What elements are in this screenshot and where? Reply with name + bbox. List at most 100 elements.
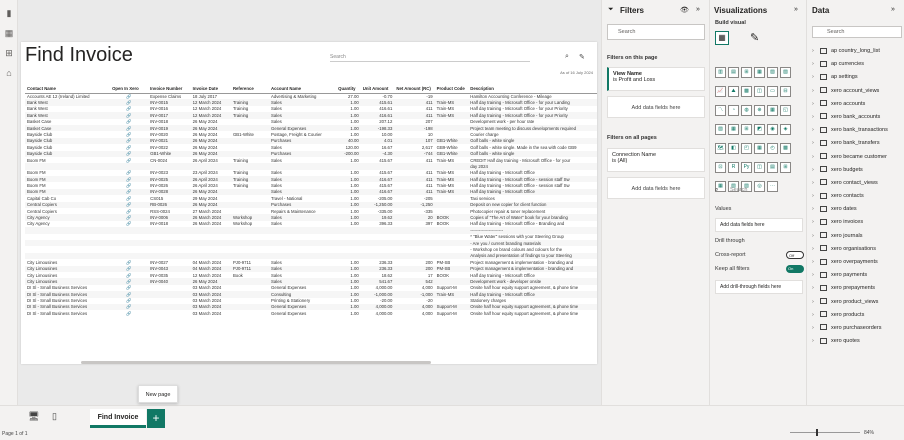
visual-type-icon[interactable]: ▭ — [767, 86, 778, 97]
model-view-icon[interactable]: ⊞ — [4, 48, 14, 58]
mobile-layout-icon[interactable]: ▯ — [52, 411, 57, 422]
visual-type-icon[interactable]: R — [728, 162, 739, 173]
data-table-item[interactable]: › xero budgets — [812, 164, 904, 177]
data-search-input[interactable]: Search — [812, 26, 902, 38]
chevron-right-icon[interactable]: › — [812, 71, 820, 84]
data-table-item[interactable]: › xero payments — [812, 269, 904, 282]
visual-type-icon[interactable]: ▩ — [780, 143, 791, 154]
data-table-item[interactable]: › xero purchaseorders — [812, 322, 904, 335]
column-header[interactable]: Reference — [230, 84, 269, 94]
visual-type-icon[interactable]: ◱ — [780, 105, 791, 116]
chevron-right-icon[interactable]: › — [812, 203, 820, 216]
visual-type-icon[interactable]: ▧ — [767, 67, 778, 78]
search-icon[interactable]: ⌕ — [565, 53, 569, 61]
column-header[interactable]: Invoice Number — [148, 84, 191, 94]
column-header[interactable]: Account Name — [268, 84, 337, 94]
add-page-filter-well[interactable]: Add data fields here — [607, 96, 705, 118]
column-header[interactable]: Net Amount (RC) — [394, 84, 435, 94]
collapse-icon[interactable]: » — [794, 6, 798, 13]
visual-type-icon[interactable]: 📈 — [715, 86, 726, 97]
chevron-right-icon[interactable]: › — [812, 335, 820, 348]
visual-type-icon[interactable]: ◴ — [767, 143, 778, 154]
chevron-right-icon[interactable]: › — [812, 243, 820, 256]
values-well[interactable]: Add data fields here — [715, 218, 803, 232]
chevron-right-icon[interactable]: › — [812, 230, 820, 243]
chevron-right-icon[interactable]: › — [812, 45, 820, 58]
visual-type-icon[interactable]: ⊞ — [741, 67, 752, 78]
column-header[interactable]: Contact Name — [25, 84, 111, 94]
invoice-table[interactable]: Contact Name Open In Xero Invoice Number In… — [25, 84, 597, 356]
visual-type-icon[interactable]: 🗺 — [715, 143, 726, 154]
data-table-item[interactable]: › xero quotes — [812, 335, 904, 348]
dax-query-icon[interactable]: ⌂ — [4, 68, 14, 78]
visual-type-icon[interactable]: ◎ — [754, 181, 765, 192]
data-table-item[interactable]: › xero contact_views — [812, 177, 904, 190]
visual-type-icon[interactable]: ◰ — [741, 143, 752, 154]
visual-type-icon[interactable]: ▦ — [754, 143, 765, 154]
visual-type-icon[interactable]: ◫ — [754, 162, 765, 173]
add-all-filter-well[interactable]: Add data fields here — [607, 177, 705, 199]
data-table-item[interactable]: › xero bank_accounts — [812, 111, 904, 124]
zoom-slider-thumb[interactable] — [816, 429, 818, 436]
visual-type-icon[interactable]: ◧ — [728, 143, 739, 154]
keep-filters-toggle[interactable]: On — [786, 265, 804, 273]
data-table-item[interactable]: › xero overpayments — [812, 256, 904, 269]
visual-type-icon[interactable]: Py — [741, 162, 752, 173]
chevron-right-icon[interactable]: › — [812, 58, 820, 71]
column-header[interactable]: Unit Amount — [360, 84, 395, 94]
chevron-right-icon[interactable]: › — [812, 269, 820, 282]
chevron-right-icon[interactable]: › — [812, 216, 820, 229]
cross-report-toggle[interactable]: Off — [786, 251, 804, 259]
format-visual-icon[interactable]: ✎ — [750, 31, 759, 44]
visual-type-icon[interactable]: ▤ — [767, 162, 778, 173]
tab-find-invoice[interactable]: Find Invoice — [90, 409, 146, 428]
data-table-item[interactable]: › xero dates — [812, 203, 904, 216]
data-table-item[interactable]: › xero contacts — [812, 190, 904, 203]
visual-type-icon[interactable]: ◩ — [754, 124, 765, 135]
visual-type-icon[interactable]: ⊡ — [715, 162, 726, 173]
viz-search-input[interactable]: Search — [730, 187, 747, 193]
data-table-item[interactable]: › xero account_views — [812, 85, 904, 98]
visual-type-icon[interactable]: ▦ — [767, 105, 778, 116]
visual-type-icon[interactable]: ⋯ — [767, 181, 778, 192]
data-table-item[interactable]: › xero prepayments — [812, 282, 904, 295]
data-table-item[interactable]: › xero products — [812, 309, 904, 322]
eye-icon[interactable]: 👁 — [680, 6, 689, 14]
drill-through-well[interactable]: Add drill-through fields here — [715, 280, 803, 294]
data-table-item[interactable]: › xero bank_transactions — [812, 124, 904, 137]
search-icon[interactable]: ⌕ — [715, 187, 718, 194]
data-table-item[interactable]: › xero invoices — [812, 216, 904, 229]
data-table-item[interactable]: › ap settings — [812, 71, 904, 84]
column-header[interactable]: Description — [468, 84, 597, 94]
visual-type-icon[interactable]: ▩ — [741, 86, 752, 97]
chevron-right-icon[interactable]: › — [812, 282, 820, 295]
visual-type-icon[interactable]: ▤ — [728, 67, 739, 78]
chevron-right-icon[interactable]: › — [812, 309, 820, 322]
column-header[interactable]: Invoice Date — [190, 84, 231, 94]
visual-type-icon[interactable]: ◈ — [780, 124, 791, 135]
horizontal-scrollbar[interactable] — [81, 361, 431, 364]
data-table-item[interactable]: › xero became customer — [812, 151, 904, 164]
report-view-icon[interactable]: ▮ — [4, 8, 14, 18]
chevron-right-icon[interactable]: › — [812, 137, 820, 150]
data-table-item[interactable]: › xero accounts — [812, 98, 904, 111]
desktop-layout-icon[interactable]: 🖥 — [28, 411, 39, 422]
search-input[interactable]: Search — [330, 54, 530, 62]
data-table-item[interactable]: › xero product_views — [812, 296, 904, 309]
table-visual-icon[interactable]: ▦ — [715, 31, 729, 45]
data-table-item[interactable]: › xero journals — [812, 230, 904, 243]
chevron-right-icon[interactable]: › — [812, 296, 820, 309]
chevron-right-icon[interactable]: › — [812, 151, 820, 164]
visual-type-icon[interactable]: ▥ — [715, 67, 726, 78]
zoom-slider[interactable] — [790, 432, 860, 433]
visual-type-icon[interactable]: ⊞ — [780, 162, 791, 173]
visual-type-icon[interactable]: ▨ — [780, 67, 791, 78]
column-header[interactable]: Quantity — [336, 84, 361, 94]
visual-type-icon[interactable]: ▨ — [715, 124, 726, 135]
chevron-right-icon[interactable]: › — [812, 124, 820, 137]
visual-type-icon[interactable]: ⊕ — [754, 105, 765, 116]
chevron-right-icon[interactable]: › — [812, 85, 820, 98]
column-header[interactable]: Open In Xero — [110, 84, 149, 94]
chevron-right-icon[interactable]: › — [812, 111, 820, 124]
chevron-right-icon[interactable]: › — [812, 164, 820, 177]
